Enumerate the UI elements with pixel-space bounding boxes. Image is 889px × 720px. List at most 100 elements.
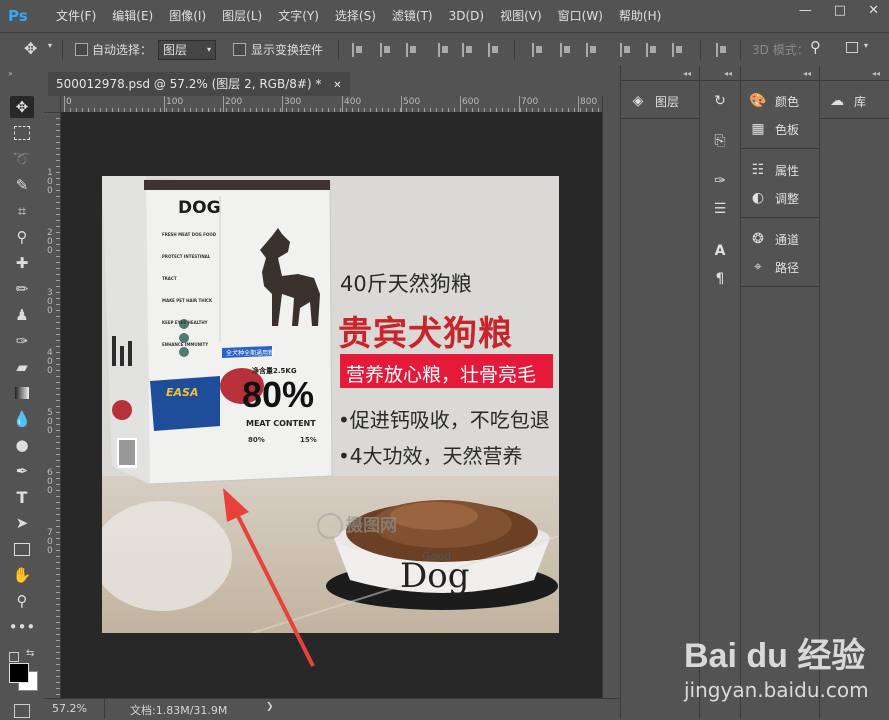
channels-panel-button[interactable]: ❂ 通道 bbox=[749, 230, 799, 248]
tool-panel-strip: ◂◂ ↻ ⎘ ✑ ☰ A ¶ bbox=[699, 66, 740, 719]
zoom-tool-icon[interactable]: ⚲ bbox=[10, 590, 34, 612]
libraries-panel-button[interactable]: ☁ 库 bbox=[828, 92, 866, 110]
menu-image[interactable]: 图像(I) bbox=[161, 0, 214, 32]
align-top-icon[interactable] bbox=[352, 43, 364, 57]
lasso-tool-icon[interactable]: ➰ bbox=[10, 148, 34, 170]
properties-panel-button[interactable]: ☷ 属性 bbox=[749, 161, 799, 179]
align-vcenter-icon[interactable] bbox=[380, 43, 392, 57]
default-colors-icon[interactable] bbox=[9, 652, 19, 662]
history-brush-tool-icon[interactable]: ✑ bbox=[10, 330, 34, 352]
brush-settings-icon[interactable]: ✑ bbox=[711, 172, 729, 190]
maximize-button[interactable]: □ bbox=[834, 3, 846, 18]
collapse-icon[interactable]: ◂◂ bbox=[724, 69, 732, 78]
path-selection-tool-icon[interactable]: ➤ bbox=[10, 512, 34, 534]
move-tool-icon[interactable]: ✥ bbox=[24, 39, 37, 58]
quick-select-tool-icon[interactable]: ✎ bbox=[10, 174, 34, 196]
marquee-tool-icon[interactable] bbox=[10, 122, 34, 144]
gradient-tool-icon[interactable] bbox=[10, 382, 34, 404]
type-tool-icon[interactable]: T bbox=[10, 486, 34, 508]
document-tab[interactable]: 500012978.psd @ 57.2% (图层 2, RGB/8#) * ✕ bbox=[48, 72, 350, 96]
search-icon[interactable]: ⚲ bbox=[810, 38, 821, 56]
status-menu-arrow[interactable]: ❯ bbox=[266, 702, 274, 712]
collapse-icon[interactable]: ◂◂ bbox=[683, 69, 691, 78]
align-bottom-icon[interactable] bbox=[406, 43, 418, 57]
align-right-icon[interactable] bbox=[488, 43, 500, 57]
auto-align-icon[interactable] bbox=[716, 43, 728, 57]
ruler-tick bbox=[342, 96, 343, 112]
swatches-panel-button[interactable]: ▦ 色板 bbox=[749, 120, 799, 138]
layers-label: 图层 bbox=[655, 94, 680, 109]
ruler-minor-tick bbox=[56, 118, 60, 119]
foreground-color-swatch[interactable] bbox=[9, 663, 29, 683]
distribute-vcenter-icon[interactable] bbox=[560, 43, 572, 57]
crop-tool-icon[interactable]: ⌗ bbox=[10, 200, 34, 222]
adjustments-panel-button[interactable]: ◐ 调整 bbox=[749, 189, 799, 207]
menu-help[interactable]: 帮助(H) bbox=[611, 0, 669, 32]
align-left-icon[interactable] bbox=[438, 43, 450, 57]
brush-tool-icon[interactable]: ✏ bbox=[10, 278, 34, 300]
quick-mask-icon[interactable] bbox=[14, 704, 30, 718]
swap-colors-icon[interactable]: ⇆ bbox=[26, 648, 34, 659]
distribute-top-icon[interactable] bbox=[532, 43, 544, 57]
workspace-icon[interactable] bbox=[846, 42, 858, 53]
move-tool-icon[interactable]: ✥ bbox=[10, 96, 34, 118]
hand-tool-icon[interactable]: ✋ bbox=[10, 564, 34, 586]
paths-panel-button[interactable]: ⌖ 路径 bbox=[749, 258, 799, 276]
brush-presets-icon[interactable]: ☰ bbox=[711, 200, 729, 218]
history-icon[interactable]: ↻ bbox=[711, 92, 729, 110]
menu-window[interactable]: 窗口(W) bbox=[550, 0, 611, 32]
document-artwork[interactable]: DOG FRESH MEAT DOG FOOD PROTECT INTESTIN… bbox=[102, 176, 559, 633]
minimize-button[interactable]: — bbox=[799, 3, 812, 18]
ruler-minor-tick bbox=[56, 388, 60, 389]
clone-stamp-tool-icon[interactable]: ♟ bbox=[10, 304, 34, 326]
baidu-watermark-logo: Bai du 经验 bbox=[684, 637, 866, 675]
vertical-scrollbar[interactable] bbox=[602, 96, 619, 698]
ruler-minor-tick bbox=[56, 448, 60, 449]
collapse-icon[interactable]: ◂◂ bbox=[803, 69, 811, 78]
paragraph-icon[interactable]: ¶ bbox=[711, 270, 729, 288]
character-icon[interactable]: A bbox=[711, 242, 729, 260]
chevron-down-icon[interactable]: ▾ bbox=[48, 41, 52, 50]
ruler-minor-tick bbox=[56, 196, 60, 197]
menu-3d[interactable]: 3D(D) bbox=[441, 0, 492, 32]
menu-filter[interactable]: 滤镜(T) bbox=[384, 0, 441, 32]
color-panel-button[interactable]: 🎨 颜色 bbox=[749, 92, 799, 110]
rectangle-tool-icon[interactable] bbox=[10, 538, 34, 560]
menu-view[interactable]: 视图(V) bbox=[492, 0, 550, 32]
zoom-level[interactable]: 57.2% bbox=[52, 702, 87, 715]
healing-brush-tool-icon[interactable]: ✚ bbox=[10, 252, 34, 274]
vertical-ruler: 100200300400500600700 bbox=[44, 112, 61, 698]
menu-layer[interactable]: 图层(L) bbox=[214, 0, 270, 32]
close-icon[interactable]: ✕ bbox=[333, 80, 341, 91]
distribute-hcenter-icon[interactable] bbox=[646, 43, 658, 57]
collapse-icon[interactable]: » bbox=[8, 69, 13, 78]
align-hcenter-icon[interactable] bbox=[462, 43, 474, 57]
show-transform-checkbox[interactable] bbox=[233, 43, 246, 56]
menu-edit[interactable]: 编辑(E) bbox=[104, 0, 161, 32]
ruler-minor-tick bbox=[56, 190, 60, 191]
auto-select-dropdown[interactable]: 图层 ▾ bbox=[158, 40, 216, 60]
ruler-label: 0 bbox=[47, 186, 53, 196]
auto-select-checkbox[interactable] bbox=[75, 43, 88, 56]
ruler-minor-tick bbox=[56, 214, 60, 215]
chevron-down-icon[interactable]: ▾ bbox=[864, 41, 868, 50]
pen-tool-icon[interactable]: ✒ bbox=[10, 460, 34, 482]
eyedropper-tool-icon[interactable]: ⚲ bbox=[10, 226, 34, 248]
close-button[interactable]: ✕ bbox=[868, 3, 879, 18]
eraser-tool-icon[interactable]: ▰ bbox=[10, 356, 34, 378]
menu-file[interactable]: 文件(F) bbox=[48, 0, 104, 32]
menu-select[interactable]: 选择(S) bbox=[327, 0, 384, 32]
more-tools-icon[interactable]: ••• bbox=[9, 616, 36, 638]
blur-tool-icon[interactable]: 💧 bbox=[10, 408, 34, 430]
layers-icon: ◈ bbox=[632, 93, 644, 109]
distribute-bottom-icon[interactable] bbox=[586, 43, 598, 57]
menu-type[interactable]: 文字(Y) bbox=[270, 0, 327, 32]
collapse-icon[interactable]: ◂◂ bbox=[872, 69, 880, 78]
distribute-right-icon[interactable] bbox=[672, 43, 684, 57]
distribute-left-icon[interactable] bbox=[620, 43, 632, 57]
layers-panel-button[interactable]: ◈ 图层 bbox=[629, 92, 679, 110]
ruler-origin[interactable] bbox=[44, 96, 61, 113]
dodge-tool-icon[interactable]: ● bbox=[10, 434, 34, 456]
ruler-minor-tick bbox=[56, 184, 60, 185]
info-icon[interactable]: ⎘ bbox=[711, 132, 729, 150]
